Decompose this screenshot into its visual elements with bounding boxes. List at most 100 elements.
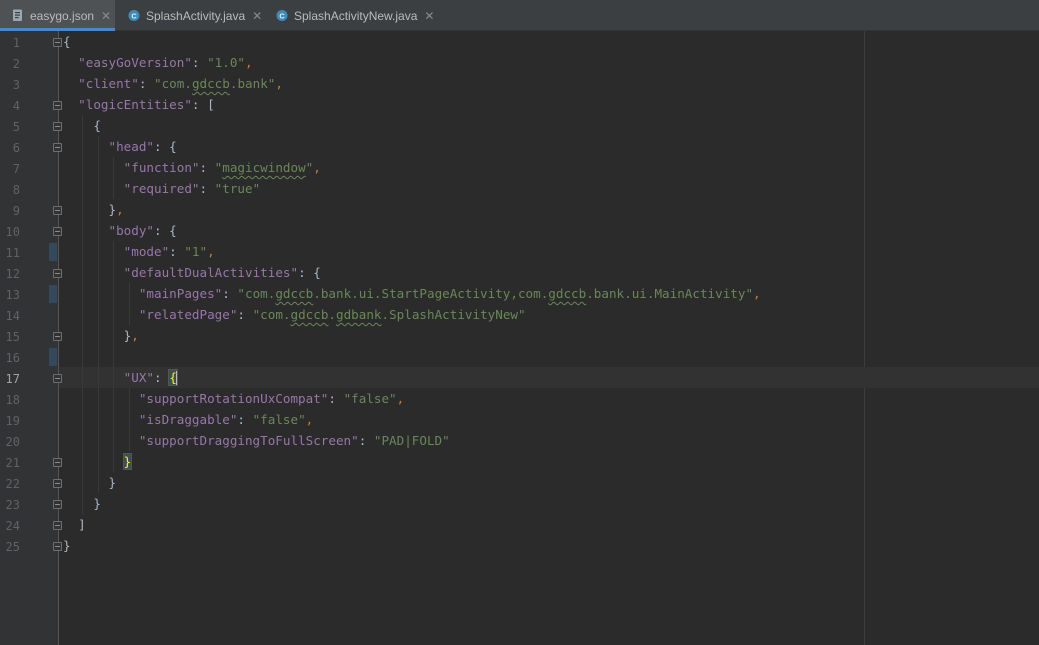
code-token: } bbox=[108, 202, 117, 217]
change-marker[interactable] bbox=[49, 348, 57, 366]
fold-toggle-icon[interactable] bbox=[53, 479, 62, 488]
close-icon[interactable]: ✕ bbox=[101, 10, 111, 22]
code-line[interactable]: "client": "com.gdccb.bank", bbox=[63, 73, 283, 94]
close-icon[interactable]: ✕ bbox=[252, 10, 262, 22]
code-token: : bbox=[199, 160, 215, 175]
code-line[interactable]: "supportDraggingToFullScreen": "PAD|FOLD… bbox=[63, 430, 450, 451]
code-line[interactable]: "head": { bbox=[63, 136, 177, 157]
close-icon[interactable]: ✕ bbox=[424, 10, 434, 22]
line-number[interactable]: 10 bbox=[0, 222, 20, 243]
java-class-icon: C bbox=[276, 9, 288, 22]
code-line[interactable]: }, bbox=[63, 199, 124, 220]
fold-toggle-icon[interactable] bbox=[53, 332, 62, 341]
fold-toggle-icon[interactable] bbox=[53, 269, 62, 278]
code-line[interactable]: "UX": { bbox=[63, 367, 178, 388]
code-line[interactable]: "supportRotationUxCompat": "false", bbox=[63, 388, 404, 409]
tab-easygo-json[interactable]: easygo.json ✕ bbox=[0, 0, 115, 31]
line-number[interactable]: 3 bbox=[0, 75, 20, 96]
code-line[interactable]: { bbox=[63, 115, 101, 136]
code-token: "head" bbox=[108, 139, 155, 154]
code-token: : bbox=[237, 412, 253, 427]
code-token: } bbox=[93, 496, 101, 511]
fold-toggle-icon[interactable] bbox=[53, 458, 62, 467]
code-line[interactable]: } bbox=[63, 493, 101, 514]
fold-toggle-icon[interactable] bbox=[53, 143, 62, 152]
code-token: { bbox=[169, 223, 177, 238]
code-token: , bbox=[305, 412, 314, 427]
code-line[interactable]: "defaultDualActivities": { bbox=[63, 262, 321, 283]
code-line[interactable]: ] bbox=[63, 514, 86, 535]
line-number[interactable]: 5 bbox=[0, 117, 20, 138]
code-line[interactable]: "mainPages": "com.gdccb.bank.ui.StartPag… bbox=[63, 283, 761, 304]
fold-toggle-icon[interactable] bbox=[53, 227, 62, 236]
code-line[interactable]: } bbox=[63, 472, 117, 493]
code-line[interactable]: "easyGoVersion": "1.0", bbox=[63, 52, 252, 73]
code-token: : bbox=[154, 139, 170, 154]
code-line[interactable]: "body": { bbox=[63, 220, 177, 241]
code-token: : bbox=[191, 97, 208, 112]
code-token: : bbox=[191, 55, 208, 70]
code-token: "defaultDualActivities" bbox=[123, 265, 299, 280]
line-number[interactable]: 23 bbox=[0, 495, 20, 516]
fold-toggle-icon[interactable] bbox=[53, 206, 62, 215]
fold-toggle-icon[interactable] bbox=[53, 101, 62, 110]
code-token: "UX" bbox=[123, 370, 155, 385]
line-number[interactable]: 8 bbox=[0, 180, 20, 201]
line-number[interactable]: 12 bbox=[0, 264, 20, 285]
code-line[interactable]: "mode": "1", bbox=[63, 241, 215, 262]
line-number[interactable]: 6 bbox=[0, 138, 20, 159]
line-number[interactable]: 2 bbox=[0, 54, 20, 75]
line-number[interactable]: 14 bbox=[0, 306, 20, 327]
line-number[interactable]: 21 bbox=[0, 453, 20, 474]
line-number[interactable]: 16 bbox=[0, 348, 20, 369]
code-line[interactable]: "required": "true" bbox=[63, 178, 261, 199]
line-number[interactable]: 13 bbox=[0, 285, 20, 306]
code-line[interactable]: { bbox=[63, 31, 71, 52]
code-token: "relatedPage" bbox=[138, 307, 238, 322]
fold-toggle-icon[interactable] bbox=[53, 521, 62, 530]
code-token: "com. bbox=[154, 76, 192, 91]
line-number[interactable]: 9 bbox=[0, 201, 20, 222]
line-number[interactable]: 19 bbox=[0, 411, 20, 432]
change-marker[interactable] bbox=[49, 285, 57, 303]
change-marker[interactable] bbox=[49, 243, 57, 261]
line-number[interactable]: 15 bbox=[0, 327, 20, 348]
code-line[interactable]: }, bbox=[63, 325, 139, 346]
line-number[interactable]: 20 bbox=[0, 432, 20, 453]
line-number[interactable]: 11 bbox=[0, 243, 20, 264]
tab-splash-activity-new[interactable]: C SplashActivityNew.java ✕ bbox=[264, 0, 439, 31]
line-number[interactable]: 4 bbox=[0, 96, 20, 117]
fold-toggle-icon[interactable] bbox=[53, 374, 62, 383]
line-number[interactable]: 24 bbox=[0, 516, 20, 537]
code-token: "body" bbox=[108, 223, 155, 238]
code-line[interactable]: "isDraggable": "false", bbox=[63, 409, 313, 430]
code-token: , bbox=[207, 244, 215, 259]
code-editor[interactable]: { "easyGoVersion": "1.0", "client": "com… bbox=[59, 31, 1039, 645]
code-line[interactable]: "function": "magicwindow", bbox=[63, 157, 321, 178]
code-token: { bbox=[313, 265, 321, 280]
line-number[interactable]: 17 bbox=[0, 369, 20, 390]
line-number[interactable]: 7 bbox=[0, 159, 20, 180]
line-number[interactable]: 1 bbox=[0, 33, 20, 54]
code-line[interactable]: "relatedPage": "com.gdccb.gdbank.SplashA… bbox=[63, 304, 526, 325]
line-number[interactable]: 22 bbox=[0, 474, 20, 495]
code-line[interactable]: } bbox=[63, 451, 133, 472]
line-number[interactable]: 25 bbox=[0, 537, 20, 558]
editor-gutter[interactable]: 1 2 3 4 5 6 7 8 9 10 11 12 13 14 15 16 17 18 19 20 21 22 23 24 2… bbox=[0, 31, 58, 645]
line-number[interactable]: 18 bbox=[0, 390, 20, 411]
fold-toggle-icon[interactable] bbox=[53, 122, 62, 131]
tab-splash-activity[interactable]: C SplashActivity.java ✕ bbox=[116, 0, 264, 31]
code-token: { bbox=[169, 139, 177, 154]
fold-toggle-icon[interactable] bbox=[53, 542, 62, 551]
code-line[interactable]: } bbox=[63, 535, 71, 556]
code-line[interactable]: "logicEntities": [ bbox=[63, 94, 215, 115]
fold-toggle-icon[interactable] bbox=[53, 38, 62, 47]
fold-toggle-icon[interactable] bbox=[53, 500, 62, 509]
code-token: gdccb bbox=[275, 286, 314, 301]
